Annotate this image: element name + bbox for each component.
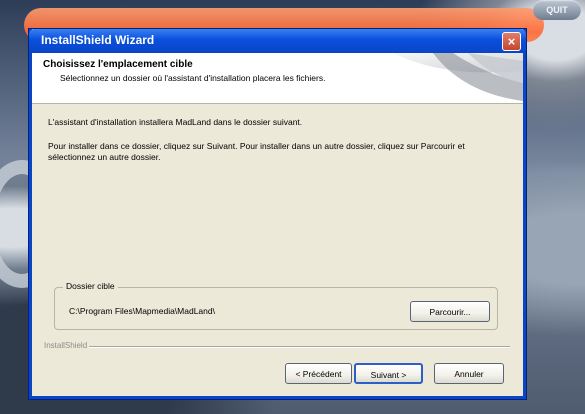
header-banner: Choisissez l'emplacement cible Sélection… — [32, 53, 523, 104]
installshield-banner-graphic — [373, 53, 523, 103]
title-bar: InstallShield Wizard × — [29, 29, 526, 53]
destination-folder-label: Dossier cible — [63, 281, 118, 291]
window-title: InstallShield Wizard — [41, 33, 155, 47]
page-title: Choisissez l'emplacement cible — [43, 59, 193, 70]
destination-path: C:\Program Files\Mapmedia\MadLand\ — [69, 306, 215, 316]
next-button[interactable]: Suivant > — [354, 363, 423, 384]
browse-button[interactable]: Parcourir... — [410, 301, 490, 322]
previous-button[interactable]: < Précédent — [285, 363, 352, 384]
instruction-text: Pour installer dans ce dossier, cliquez … — [48, 141, 465, 162]
footer-divider — [45, 346, 510, 347]
installshield-window: InstallShield Wizard × Choisissez l'empl… — [29, 29, 526, 399]
close-button[interactable]: × — [502, 32, 521, 51]
corner-quit-button[interactable]: QUIT — [533, 0, 581, 20]
page-description: Sélectionnez un dossier où l'assistant d… — [60, 73, 326, 83]
cancel-button[interactable]: Annuler — [434, 363, 504, 384]
info-line: L'assistant d'installation installera Ma… — [48, 117, 303, 127]
installshield-brand-label: InstallShield — [42, 341, 90, 350]
